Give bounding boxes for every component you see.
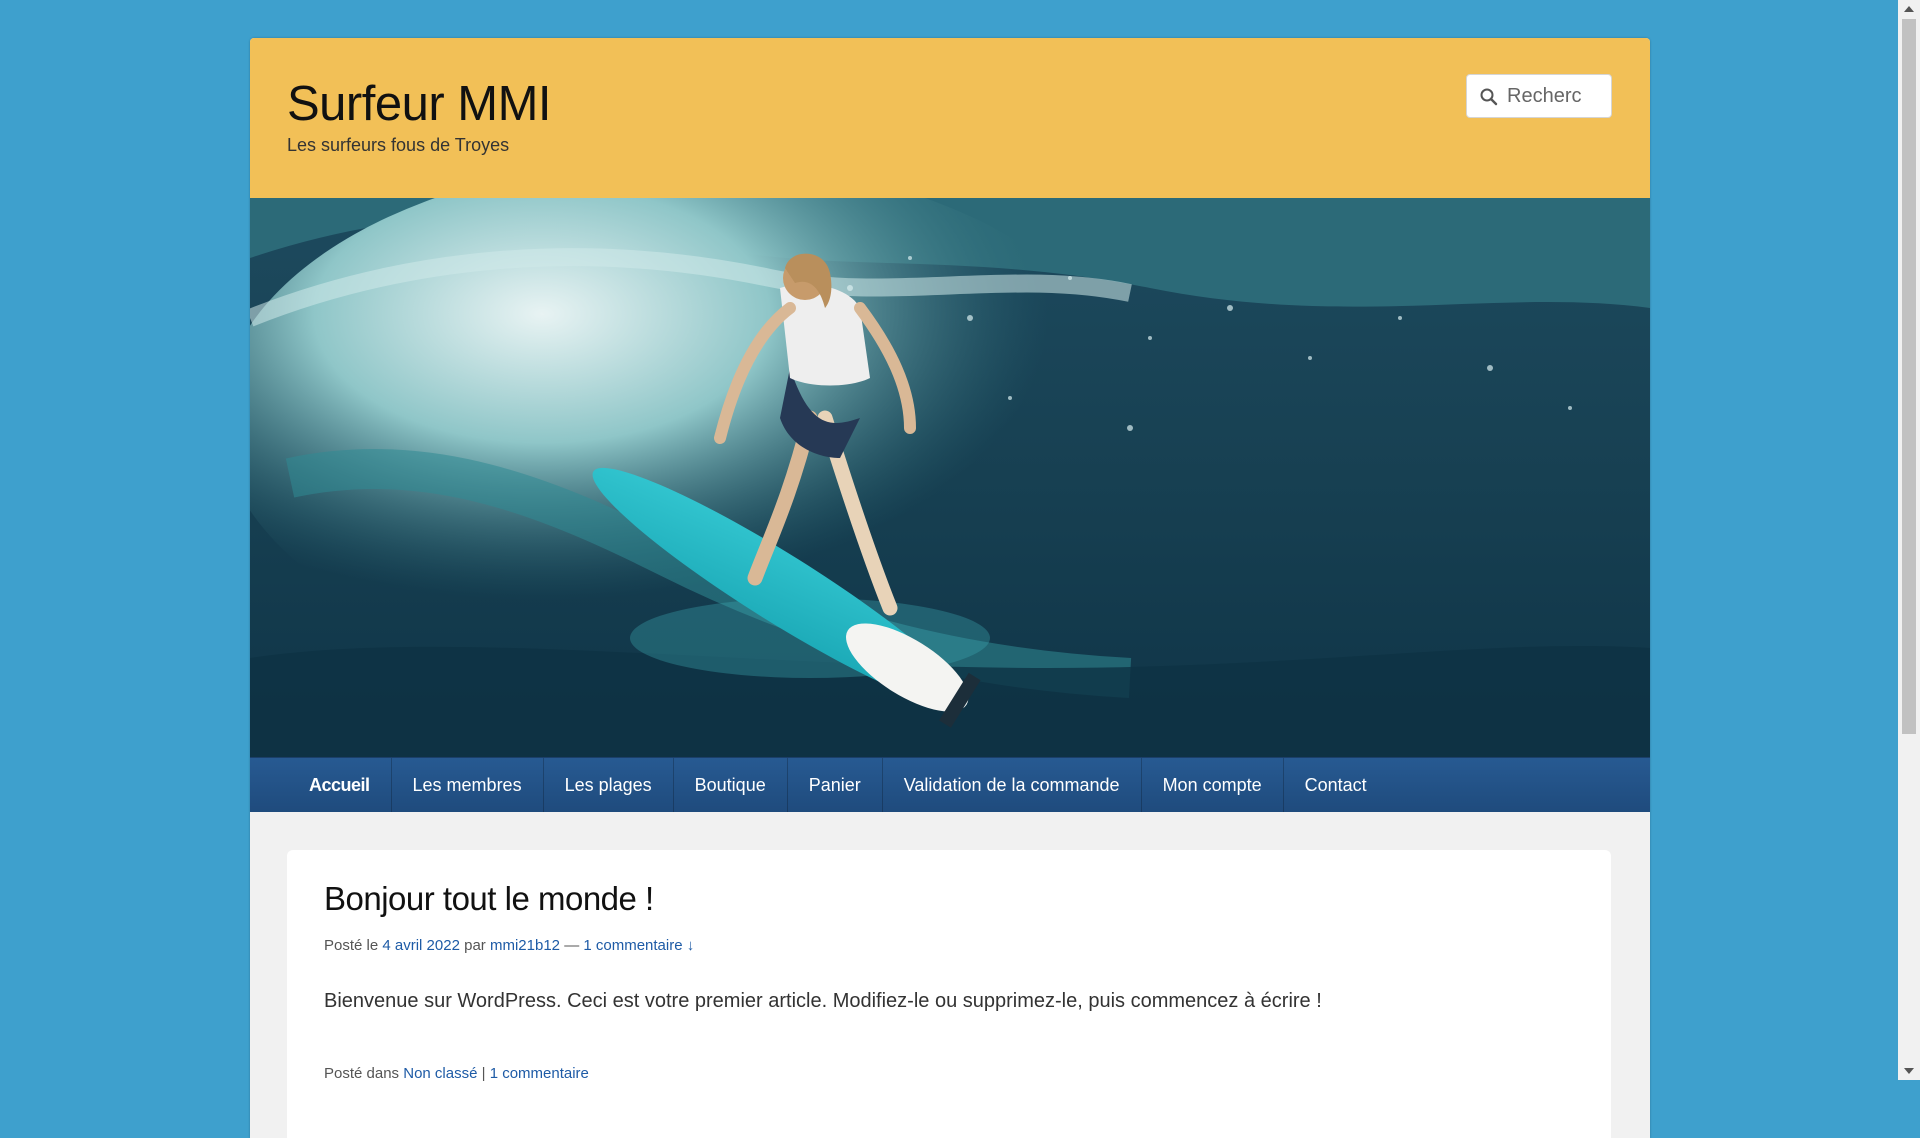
author-link[interactable]: mmi21b12 bbox=[490, 937, 560, 954]
site-tagline: Les surfeurs fous de Troyes bbox=[287, 135, 510, 155]
post-footer-meta: Posté dans Non classé | 1 commentaire bbox=[324, 1065, 589, 1082]
nav-item-accueil[interactable]: Accueil bbox=[288, 758, 392, 812]
nav-item-validation-commande[interactable]: Validation de la commande bbox=[883, 758, 1142, 812]
search-input[interactable] bbox=[1507, 83, 1605, 109]
by-label: par bbox=[464, 937, 486, 954]
page-scrollbar[interactable] bbox=[1898, 0, 1920, 1080]
post-date-link[interactable]: 4 avril 2022 bbox=[382, 937, 460, 954]
nav-item-boutique[interactable]: Boutique bbox=[674, 758, 788, 812]
category-link[interactable]: Non classé bbox=[403, 1065, 477, 1082]
main-navigation: Accueil Les membres Les plages Boutique … bbox=[250, 757, 1650, 812]
nav-item-mon-compte[interactable]: Mon compte bbox=[1142, 758, 1284, 812]
footer-comments-link[interactable]: 1 commentaire bbox=[490, 1065, 589, 1082]
site-title[interactable]: Surfeur MMI bbox=[287, 76, 552, 132]
scroll-down-arrow-icon[interactable] bbox=[1904, 1068, 1914, 1074]
footer-separator: | bbox=[481, 1065, 486, 1082]
comments-link[interactable]: 1 commentaire ↓ bbox=[583, 937, 694, 954]
nav-item-les-membres[interactable]: Les membres bbox=[392, 758, 544, 812]
page-container: Surfeur MMI Les surfeurs fous de Troyes bbox=[250, 38, 1650, 1138]
post-meta: Posté le 4 avril 2022 par mmi21b12 — 1 c… bbox=[324, 937, 694, 954]
post-content: Bienvenue sur WordPress. Ceci est votre … bbox=[324, 990, 1322, 1012]
posted-in-label: Posté dans bbox=[324, 1065, 400, 1082]
post-article: Bonjour tout le monde ! Posté le 4 avril… bbox=[287, 850, 1611, 1138]
posted-on-label: Posté le bbox=[324, 937, 379, 954]
nav-item-les-plages[interactable]: Les plages bbox=[544, 758, 674, 812]
scroll-up-arrow-icon[interactable] bbox=[1904, 6, 1914, 12]
nav-item-panier[interactable]: Panier bbox=[788, 758, 883, 812]
post-title[interactable]: Bonjour tout le monde ! bbox=[324, 880, 654, 918]
nav-item-contact[interactable]: Contact bbox=[1284, 758, 1388, 812]
header-image[interactable] bbox=[250, 198, 1650, 757]
search-icon bbox=[1479, 87, 1499, 107]
scrollbar-thumb[interactable] bbox=[1902, 19, 1916, 734]
meta-dash: — bbox=[564, 937, 580, 954]
search-box[interactable] bbox=[1466, 74, 1612, 118]
site-header: Surfeur MMI Les surfeurs fous de Troyes bbox=[250, 38, 1650, 198]
